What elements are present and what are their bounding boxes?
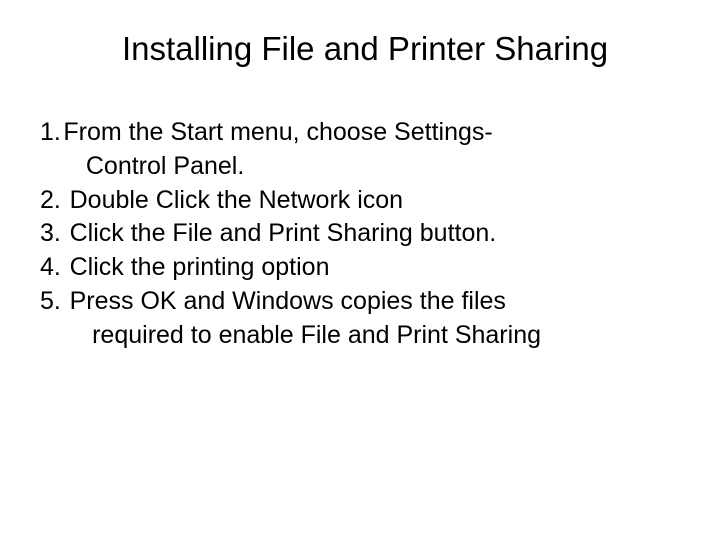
step-2: 2. Double Click the Network icon <box>40 184 680 218</box>
step-5-number: 5. <box>40 285 61 319</box>
step-4-number: 4. <box>40 251 61 285</box>
step-5-line2: required to enable File and Print Sharin… <box>70 319 680 353</box>
steps-list: 1. From the Start menu, choose Settings-… <box>40 116 680 352</box>
step-5-text: Press OK and Windows copies the files re… <box>70 285 680 353</box>
step-2-number: 2. <box>40 184 61 218</box>
step-1-number: 1. <box>40 116 61 150</box>
step-1-text: From the Start menu, choose Settings- Co… <box>63 116 680 184</box>
step-5-line1: Press OK and Windows copies the files <box>70 287 506 315</box>
step-3-number: 3. <box>40 217 61 251</box>
step-4-text: Click the printing option <box>70 251 680 285</box>
step-2-text: Double Click the Network icon <box>70 184 680 218</box>
step-1-line1: From the Start menu, choose Settings- <box>63 118 492 146</box>
step-3-text: Click the File and Print Sharing button. <box>70 217 680 251</box>
slide-title: Installing File and Printer Sharing <box>60 30 670 68</box>
step-4: 4. Click the printing option <box>40 251 680 285</box>
step-5: 5. Press OK and Windows copies the files… <box>40 285 680 353</box>
step-3: 3. Click the File and Print Sharing butt… <box>40 217 680 251</box>
step-1: 1. From the Start menu, choose Settings-… <box>40 116 680 184</box>
step-1-line2: Control Panel. <box>63 150 680 184</box>
